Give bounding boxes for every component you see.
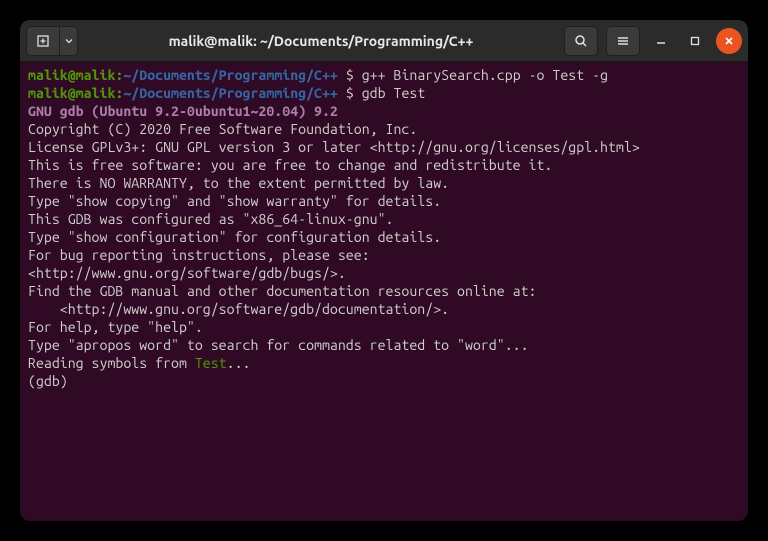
- output-line: <http://www.gnu.org/software/gdb/bugs/>.: [28, 264, 740, 282]
- close-button[interactable]: [716, 28, 742, 54]
- output-line: Copyright (C) 2020 Free Software Foundat…: [28, 120, 740, 138]
- search-icon: [574, 34, 588, 48]
- close-icon: [724, 36, 734, 46]
- prompt-path: ~/Documents/Programming/C++: [123, 85, 338, 101]
- prompt-dollar: $: [338, 67, 362, 83]
- output-line: Type "show configuration" for configurat…: [28, 228, 740, 246]
- output-line: For bug reporting instructions, please s…: [28, 246, 740, 264]
- output-line: Find the GDB manual and other documentat…: [28, 282, 740, 300]
- prompt-line-1: malik@malik:~/Documents/Programming/C++ …: [28, 66, 740, 84]
- titlebar-right: [564, 26, 742, 56]
- terminal-body[interactable]: malik@malik:~/Documents/Programming/C++ …: [20, 62, 748, 521]
- prompt-path: ~/Documents/Programming/C++: [123, 67, 338, 83]
- hamburger-icon: [616, 34, 630, 48]
- new-tab-icon: [36, 34, 50, 48]
- titlebar-left: [26, 26, 78, 56]
- menu-button[interactable]: [606, 26, 640, 56]
- output-line: For help, type "help".: [28, 318, 740, 336]
- prompt-user: malik@malik: [28, 85, 115, 101]
- output-line: There is NO WARRANTY, to the extent perm…: [28, 174, 740, 192]
- reading-suffix: ...: [227, 355, 251, 371]
- terminal-window: malik@malik: ~/Documents/Programming/C++…: [20, 20, 748, 521]
- minimize-icon: [656, 36, 666, 46]
- command-text: gdb Test: [362, 85, 426, 101]
- reading-test: Test: [195, 355, 227, 371]
- maximize-icon: [690, 36, 700, 46]
- prompt-user: malik@malik: [28, 67, 115, 83]
- output-line: License GPLv3+: GNU GPL version 3 or lat…: [28, 138, 740, 156]
- gdb-version: GNU gdb (Ubuntu 9.2-0ubuntu1~20.04) 9.2: [28, 102, 740, 120]
- reading-symbols-line: Reading symbols from Test...: [28, 354, 740, 372]
- titlebar: malik@malik: ~/Documents/Programming/C++: [20, 20, 748, 62]
- output-line: This is free software: you are free to c…: [28, 156, 740, 174]
- output-line: Type "apropos word" to search for comman…: [28, 336, 740, 354]
- prompt-dollar: $: [338, 85, 362, 101]
- output-line: Type "show copying" and "show warranty" …: [28, 192, 740, 210]
- new-tab-dropdown[interactable]: [60, 26, 78, 56]
- maximize-button[interactable]: [682, 28, 708, 54]
- chevron-down-icon: [65, 37, 73, 45]
- output-line: This GDB was configured as "x86_64-linux…: [28, 210, 740, 228]
- prompt-line-2: malik@malik:~/Documents/Programming/C++ …: [28, 84, 740, 102]
- new-tab-group: [26, 26, 78, 56]
- gdb-prompt: (gdb): [28, 372, 740, 390]
- output-line: <http://www.gnu.org/software/gdb/documen…: [28, 300, 740, 318]
- new-tab-button[interactable]: [26, 26, 60, 56]
- reading-prefix: Reading symbols from: [28, 355, 195, 371]
- command-text: g++ BinarySearch.cpp -o Test -g: [362, 67, 608, 83]
- search-button[interactable]: [564, 26, 598, 56]
- window-title: malik@malik: ~/Documents/Programming/C++: [82, 33, 560, 49]
- minimize-button[interactable]: [648, 28, 674, 54]
